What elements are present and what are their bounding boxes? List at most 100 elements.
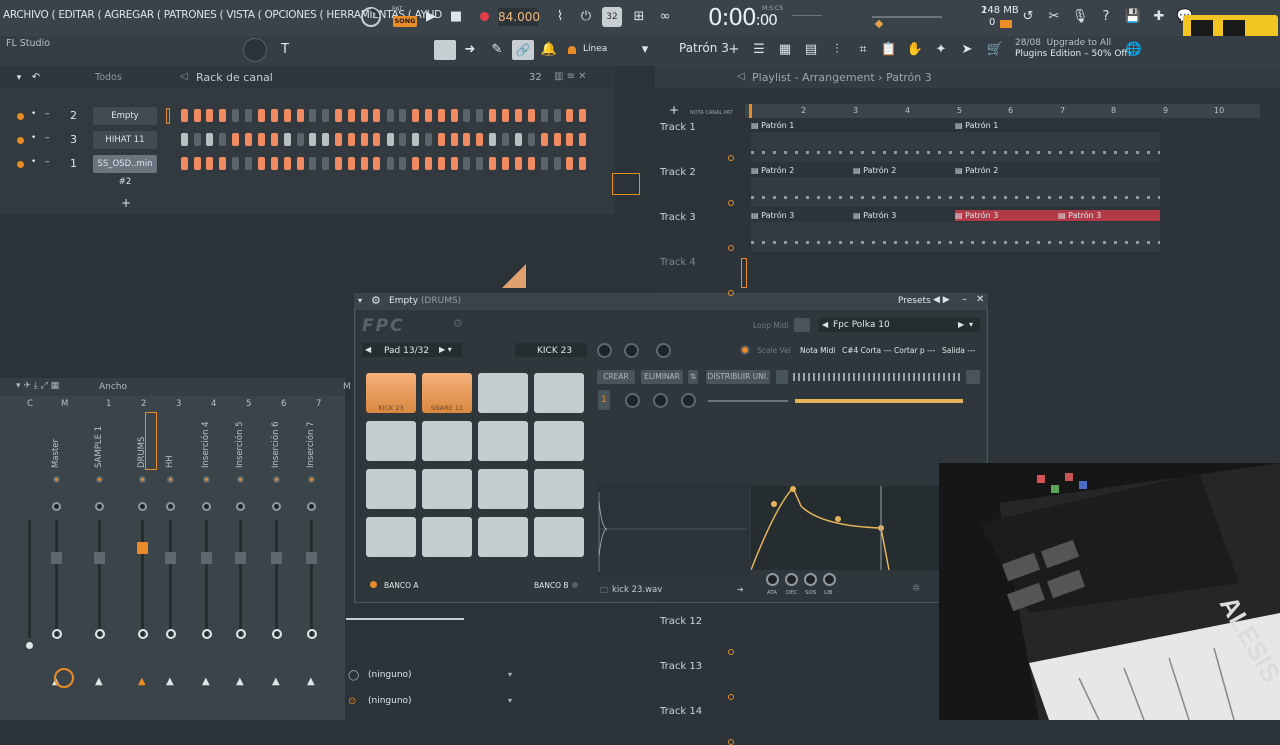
step-button[interactable] bbox=[245, 133, 253, 146]
envelope-knob[interactable] bbox=[804, 573, 817, 586]
fpc-knob[interactable] bbox=[625, 393, 640, 408]
insert-route-arrow[interactable]: ▲ bbox=[95, 676, 103, 687]
step-button[interactable] bbox=[360, 133, 368, 146]
sample-name[interactable]: KICK 23 bbox=[537, 346, 572, 356]
master-knob[interactable] bbox=[243, 38, 267, 62]
layer-velocity-range[interactable] bbox=[795, 399, 963, 403]
insert-volume-fader[interactable] bbox=[137, 542, 148, 554]
route-dropdown-1[interactable]: ▾ bbox=[508, 670, 512, 679]
step-button[interactable] bbox=[578, 109, 586, 122]
add-pattern-icon[interactable]: + bbox=[725, 41, 743, 59]
insert-enable-led[interactable] bbox=[237, 476, 244, 483]
channel-volume-knob[interactable]: – bbox=[45, 133, 50, 143]
insert-pan-knob[interactable] bbox=[52, 502, 61, 511]
step-button[interactable] bbox=[335, 109, 343, 122]
pattern-clip[interactable]: ▤ Patrón 1 bbox=[955, 121, 998, 130]
step-button[interactable] bbox=[181, 109, 188, 122]
step-button[interactable] bbox=[438, 109, 445, 122]
drum-pad[interactable] bbox=[534, 421, 584, 461]
track-mute-led[interactable] bbox=[728, 200, 734, 206]
layer-velocity-ruler[interactable] bbox=[793, 373, 963, 381]
insert-send-knob[interactable] bbox=[52, 629, 62, 639]
step-button[interactable] bbox=[463, 109, 471, 122]
record-icon[interactable] bbox=[480, 12, 489, 21]
scale-vel-led[interactable] bbox=[740, 345, 750, 355]
step-button[interactable] bbox=[219, 133, 227, 146]
folder-icon[interactable] bbox=[794, 318, 810, 332]
step-button[interactable] bbox=[540, 157, 548, 170]
step-button[interactable] bbox=[514, 133, 522, 146]
bell-icon[interactable]: 🔔 bbox=[540, 41, 558, 59]
channel-filter-select[interactable]: Todos bbox=[95, 72, 122, 83]
track-clip-area[interactable] bbox=[751, 177, 1160, 207]
step-button[interactable] bbox=[373, 133, 381, 146]
insert-route-arrow[interactable]: ▲ bbox=[236, 676, 244, 687]
piano-roll-icon[interactable] bbox=[434, 40, 456, 60]
pattern-clip[interactable]: ▤ Patrón 3 bbox=[751, 211, 794, 220]
drum-pad[interactable] bbox=[534, 469, 584, 509]
step-button[interactable] bbox=[232, 157, 240, 170]
channel-mute-led[interactable] bbox=[17, 137, 24, 144]
insert-route-arrow[interactable]: ▲ bbox=[166, 676, 174, 687]
channel-name-button[interactable]: HIHAT 11 bbox=[93, 131, 157, 149]
step-button[interactable] bbox=[514, 157, 522, 170]
mixer-insert-name[interactable]: Master bbox=[51, 439, 61, 468]
step-button[interactable] bbox=[193, 109, 201, 122]
step-button[interactable] bbox=[412, 157, 419, 170]
step-button[interactable] bbox=[270, 157, 278, 170]
step-button[interactable] bbox=[245, 157, 253, 170]
bank-a-led[interactable] bbox=[370, 581, 377, 588]
mixer-insert-name[interactable]: HH bbox=[165, 455, 175, 468]
play-icon[interactable]: ▶ bbox=[422, 8, 440, 26]
track-name[interactable]: Track 14 bbox=[660, 706, 702, 717]
step-button[interactable] bbox=[193, 133, 201, 146]
step-button[interactable] bbox=[553, 109, 561, 122]
track-name[interactable]: Track 4 bbox=[660, 257, 696, 268]
insert-volume-fader[interactable] bbox=[94, 552, 105, 564]
track-clip-area[interactable] bbox=[751, 132, 1160, 162]
channel-mixer-track[interactable]: 1 bbox=[70, 157, 77, 170]
step-button[interactable] bbox=[296, 109, 304, 122]
step-button[interactable] bbox=[450, 157, 458, 170]
drum-pad[interactable] bbox=[478, 469, 528, 509]
step-button[interactable] bbox=[540, 133, 548, 146]
microphone-icon[interactable]: 🎙 bbox=[1071, 8, 1089, 26]
distribute-button[interactable]: DISTRIBUIR UNI. bbox=[706, 370, 770, 384]
mixer-width-label[interactable]: Ancho bbox=[99, 382, 127, 392]
insert-send-knob[interactable] bbox=[95, 629, 105, 639]
step-button[interactable] bbox=[283, 133, 291, 146]
create-layer-button[interactable]: CREAR bbox=[597, 370, 635, 384]
pad-select[interactable]: Pad 13/32 bbox=[384, 346, 429, 356]
plugin-database-icon[interactable]: ✦ bbox=[932, 41, 950, 59]
insert-pan-knob[interactable] bbox=[95, 502, 104, 511]
channel-volume-knob[interactable]: – bbox=[45, 109, 50, 119]
pattern-selector[interactable]: Patrón 3 bbox=[679, 41, 729, 55]
insert-pan-knob[interactable] bbox=[166, 502, 175, 511]
step-button[interactable] bbox=[489, 157, 497, 170]
insert-send-knob[interactable] bbox=[138, 629, 148, 639]
drum-pad[interactable] bbox=[422, 421, 472, 461]
envelope-knob[interactable] bbox=[823, 573, 836, 586]
step-button[interactable] bbox=[450, 133, 458, 146]
rack-graph-icon[interactable]: ▥ ≡ ✕ bbox=[554, 71, 587, 82]
insert-volume-fader[interactable] bbox=[235, 552, 246, 564]
drum-pad[interactable] bbox=[366, 421, 416, 461]
pad-prev-icon[interactable]: ◀ bbox=[365, 345, 371, 354]
insert-enable-led[interactable] bbox=[273, 476, 280, 483]
step-button[interactable] bbox=[502, 157, 510, 170]
drum-pad[interactable]: KICK 23 bbox=[366, 373, 416, 413]
step-button[interactable] bbox=[476, 157, 484, 170]
channel-mixer-track[interactable]: 3 bbox=[70, 133, 77, 146]
step-button[interactable] bbox=[566, 157, 574, 170]
help-icon[interactable]: ? bbox=[1097, 8, 1115, 26]
wave-file-name[interactable]: kick 23.wav bbox=[612, 585, 662, 595]
step-button[interactable] bbox=[257, 157, 265, 170]
step-button[interactable] bbox=[206, 157, 214, 170]
step-button[interactable] bbox=[335, 157, 343, 170]
step-button[interactable] bbox=[309, 157, 317, 170]
drum-pad[interactable] bbox=[366, 517, 416, 557]
cpu-dial-icon[interactable] bbox=[360, 6, 382, 28]
preset-dropdown-icon[interactable]: ▾ bbox=[969, 320, 973, 329]
drum-pad[interactable]: SNARE 11 bbox=[422, 373, 472, 413]
insert-enable-led[interactable] bbox=[53, 476, 60, 483]
